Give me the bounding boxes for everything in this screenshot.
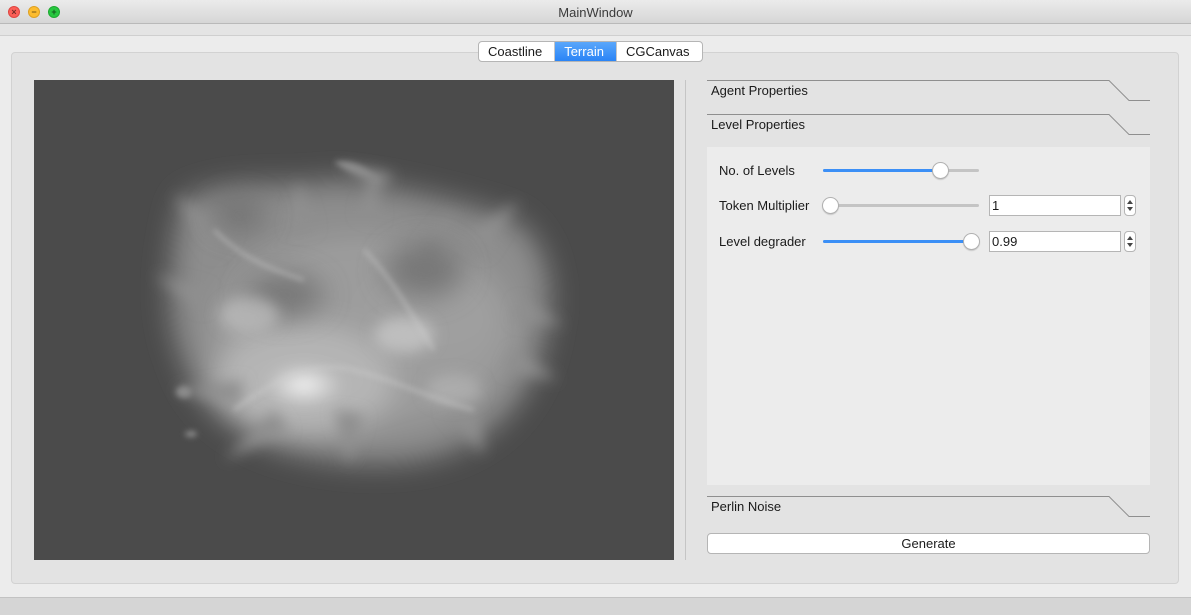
token-multiplier-slider[interactable] [822,195,979,215]
toolbar-strip [0,24,1191,36]
slider-handle[interactable] [822,197,839,214]
title-bar: × − + MainWindow [0,0,1191,24]
status-bar [0,597,1191,615]
generate-button[interactable]: Generate [707,533,1150,554]
slider-handle[interactable] [963,233,980,250]
level-properties-page: No. of Levels Token Multiplier 1 Level d… [707,147,1150,485]
terrain-canvas[interactable] [34,80,674,560]
levels-label: No. of Levels [719,163,795,178]
level-degrader-input[interactable]: 0.99 [989,231,1121,252]
level-degrader-slider[interactable] [823,231,980,251]
arrow-down-icon[interactable] [1127,243,1133,247]
slider-handle[interactable] [932,162,949,179]
level-degrader-label: Level degrader [719,234,806,249]
slider-fill [823,240,971,243]
section-agent-properties[interactable]: Agent Properties [707,80,1150,102]
token-multiplier-label: Token Multiplier [719,198,810,213]
section-level-properties[interactable]: Level Properties [707,114,1150,136]
token-multiplier-input[interactable]: 1 [989,195,1121,216]
section-perlin-noise[interactable]: Perlin Noise [707,496,1150,518]
tab-cgcanvas[interactable]: CGCanvas [617,42,702,61]
level-degrader-stepper[interactable] [1124,231,1136,252]
tab-coastline[interactable]: Coastline [479,42,556,61]
levels-slider[interactable] [823,160,979,180]
section-label: Level Properties [711,117,805,132]
slider-track [823,204,979,207]
tab-bar: Coastline Terrain CGCanvas [478,41,703,62]
token-multiplier-stepper[interactable] [1124,195,1136,216]
splitter[interactable] [685,80,686,560]
terrain-heightmap-image [34,80,674,560]
section-label: Perlin Noise [711,499,782,514]
section-label: Agent Properties [711,83,808,98]
tab-terrain[interactable]: Terrain [555,42,617,61]
arrow-up-icon[interactable] [1127,200,1133,204]
arrow-up-icon[interactable] [1127,236,1133,240]
arrow-down-icon[interactable] [1127,207,1133,211]
slider-fill [823,169,940,172]
window-title: MainWindow [558,5,633,20]
